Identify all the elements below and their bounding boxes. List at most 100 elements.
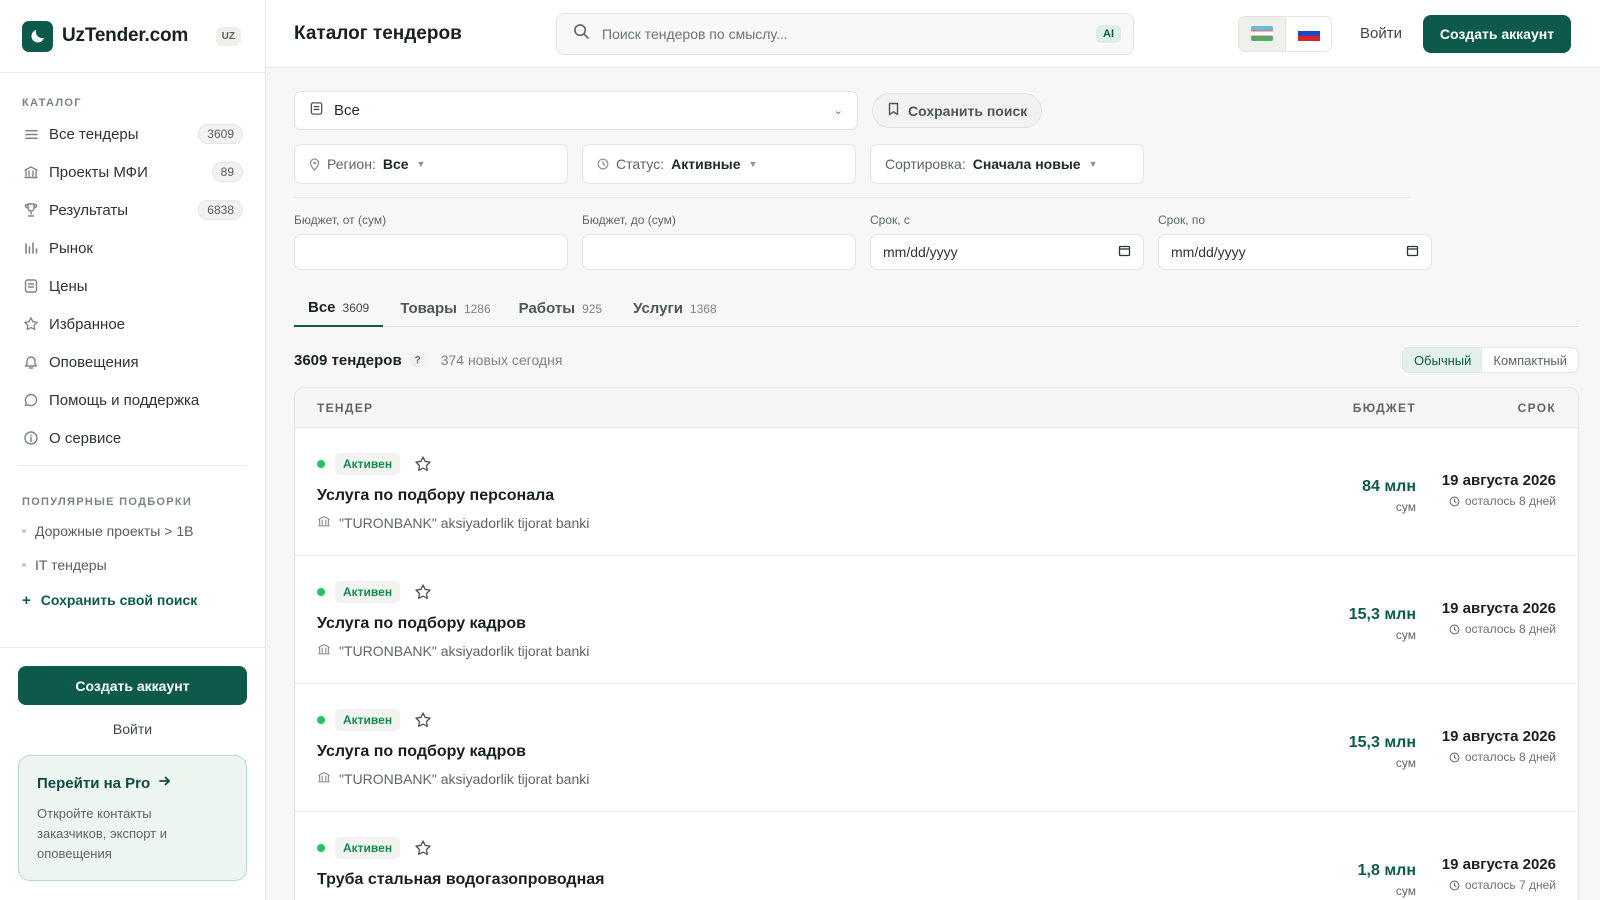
table-row[interactable]: Активен Труба стальная водогазопроводная… [295,812,1578,900]
sidebar-create-account-button[interactable]: Создать аккаунт [18,666,247,705]
tab-count: 3609 [342,300,370,315]
sidebar-item-help[interactable]: Помощь и поддержка [22,381,243,419]
sidebar-item-alerts[interactable]: Оповещения [22,343,243,381]
brand-logo-icon[interactable] [22,20,53,52]
date-to-input[interactable]: mm/dd/yyyy [1158,234,1432,270]
table-row[interactable]: Активен Услуга по подбору кадров "TURONB… [295,684,1578,812]
russian-flag-icon[interactable] [1285,16,1331,51]
view-normal-button[interactable]: Обычный [1402,348,1483,372]
collection-it-tenders[interactable]: IT тендеры [22,548,243,582]
brand-name[interactable]: UzTender.com [62,25,188,47]
sidebar-item-favorites[interactable]: Избранное [22,305,243,343]
status-badge: Активен [335,709,401,731]
save-own-search-link[interactable]: + Сохранить свой поиск [22,582,243,618]
page-title: Каталог тендеров [294,22,462,44]
search-placeholder: Поиск тендеров по смыслу... [602,25,788,42]
pro-title[interactable]: Перейти на Pro [37,774,228,792]
date-from-placeholder: mm/dd/yyyy [883,244,958,260]
topbar: Каталог тендеров Поиск тендеров по смысл… [266,0,1600,68]
sidebar-item-mfi-projects[interactable]: Проекты МФИ 89 [22,153,243,191]
active-dot [317,460,325,468]
bank-icon [317,514,331,531]
status-filter[interactable]: Статус: Активные ▼ [582,144,856,184]
calendar-icon[interactable] [1406,244,1419,260]
budget-cell: 15,3 млн сум [1276,684,1416,811]
sidebar-item-count: 89 [211,162,243,182]
sidebar-item-label: Цены [49,277,88,295]
clock-icon [1449,624,1460,635]
chevron-down-icon: ▼ [416,159,426,169]
sidebar-item-results[interactable]: Результаты 6838 [22,191,243,229]
main-content: Каталог тендеров Поиск тендеров по смысл… [266,0,1600,900]
tab-services[interactable]: Услуги 1368 [619,290,731,327]
filter-row-ranges: Бюджет, от (сум) Бюджет, до (сум) Срок, … [294,213,1579,270]
budget-to-label: Бюджет, до (сум) [582,213,676,227]
collection-road-projects[interactable]: Дорожные проекты > 1B [22,514,243,548]
table-row[interactable]: Активен Услуга по подбору кадров "TURONB… [295,556,1578,684]
tab-works[interactable]: Работы 925 [505,290,616,327]
results-total: 3609 тендеров [294,351,402,369]
sidebar-item-all-tenders[interactable]: Все тендеры 3609 [22,115,243,153]
save-search-button[interactable]: Сохранить поиск [872,93,1043,128]
time-left-label: осталось 8 дней [1464,622,1556,636]
budget-amount: 15,3 млн [1348,606,1416,623]
status-badge: Активен [335,581,401,603]
header-login-link[interactable]: Войти [1360,25,1402,42]
view-compact-button[interactable]: Компактный [1482,348,1578,372]
calendar-icon[interactable] [1118,244,1131,260]
bullet-dot [22,529,26,533]
sidebar-item-label: Помощь и поддержка [49,391,200,409]
budget-from-input[interactable] [294,234,568,270]
budget-to-input[interactable] [582,234,856,270]
column-header-deadline: СРОК [1517,400,1556,415]
pro-upgrade-card[interactable]: Перейти на Pro Откройте контакты заказчи… [18,755,247,881]
tab-goods[interactable]: Товары 1286 [386,290,504,327]
tender-type-value: Все [334,102,360,119]
bank-icon [22,163,40,181]
clock-icon [1449,752,1460,763]
status-line: Активен [317,452,1276,476]
budget-cell: 15,3 млн сум [1276,556,1416,683]
column-header-tender: ТЕНДЕР [317,400,374,415]
clock-icon [1449,880,1460,891]
sidebar-item-about[interactable]: О сервисе [22,419,243,457]
tab-all[interactable]: Все 3609 [294,290,384,327]
column-header-budget: БЮДЖЕТ [1352,400,1416,415]
language-badge[interactable]: UZ [215,26,241,46]
tender-title[interactable]: Услуга по подбору персонала [317,487,1276,505]
tender-type-select[interactable]: Все ⌄ [294,91,858,130]
favorite-star-icon[interactable] [414,455,432,473]
sort-label: Сортировка: [885,156,966,172]
help-icon[interactable]: ? [409,352,426,368]
favorite-star-icon[interactable] [414,583,432,601]
uzbek-flag-icon[interactable] [1239,16,1285,51]
sort-select[interactable]: Сортировка: Сначала новые ▼ [870,144,1144,184]
budget-currency: сум [1395,884,1416,898]
sidebar-item-market[interactable]: Рынок [22,229,243,267]
sidebar-item-prices[interactable]: Цены [22,267,243,305]
tender-title[interactable]: Услуга по подбору кадров [317,743,1276,761]
category-tabs: Все 3609 Товары 1286 Работы 925 Услуги 1… [294,290,1579,327]
bookmark-icon [887,102,900,119]
favorite-star-icon[interactable] [414,839,432,857]
header-create-account-button[interactable]: Создать аккаунт [1422,14,1571,53]
table-row[interactable]: Активен Услуга по подбору персонала "TUR… [295,428,1578,556]
active-dot [317,588,325,596]
tender-title[interactable]: Труба стальная водогазопроводная [317,871,1276,889]
region-filter[interactable]: Регион: Все ▼ [294,144,568,184]
search-input[interactable]: Поиск тендеров по смыслу... AI [556,12,1134,55]
status-badge: Активен [335,453,401,475]
ai-badge[interactable]: AI [1096,24,1121,43]
date-from-input[interactable]: mm/dd/yyyy [870,234,1144,270]
table-header: ТЕНДЕР БЮДЖЕТ СРОК [295,388,1578,428]
favorite-star-icon[interactable] [414,711,432,729]
language-switcher [1238,15,1332,52]
organization: "TURONBANK" aksiyadorlik tijorat banki [317,770,1276,787]
star-icon [22,315,40,333]
view-mode-toggle: Обычный Компактный [1401,347,1579,373]
sidebar-login-link[interactable]: Войти [18,721,247,737]
tender-title[interactable]: Услуга по подбору кадров [317,615,1276,633]
date-to-placeholder: mm/dd/yyyy [1171,244,1246,260]
collection-label: IT тендеры [35,557,107,573]
plus-icon: + [22,591,31,609]
